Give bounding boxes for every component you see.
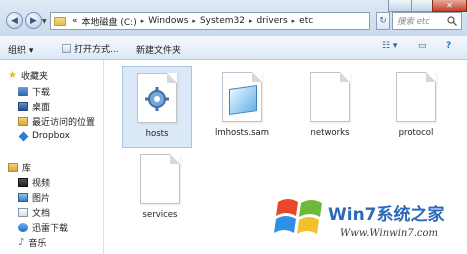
breadcrumb-windows[interactable]: Windows [146, 16, 190, 26]
command-bar: 组织 ▾ 打开方式... 新建文件夹 ☷ ▾ ▭ ? [0, 36, 467, 60]
sidebar-libraries-label: 库 [22, 163, 32, 174]
desktop-icon [18, 101, 28, 111]
file-name: networks [310, 128, 350, 138]
breadcrumb-separator-icon[interactable]: ▸ [190, 17, 198, 25]
breadcrumb-system32[interactable]: System32 [198, 16, 247, 26]
address-bar-row: ◀ ▶ ▼ « 本地磁盘 (C:) ▸ Windows ▸ System32 ▸… [0, 0, 467, 36]
maximize-button[interactable] [411, 0, 433, 12]
close-button[interactable]: ✕ [432, 0, 467, 12]
sidebar-item-label: 桌面 [32, 102, 51, 113]
file-name: services [142, 210, 178, 220]
documents-icon [18, 207, 28, 217]
breadcrumb-overflow[interactable]: « [70, 16, 80, 26]
watermark-brand: Win7系统之家 [328, 205, 445, 225]
sidebar-libraries[interactable]: 库 [8, 160, 112, 174]
folder-icon [54, 16, 66, 26]
breadcrumb-separator-icon[interactable]: ▸ [247, 17, 255, 25]
search-placeholder: 搜索 etc [397, 17, 430, 27]
recent-pages-dropdown-icon[interactable]: ▼ [42, 18, 47, 25]
refresh-icon: ↻ [379, 16, 387, 26]
file-name: protocol [398, 128, 434, 138]
breadcrumb-separator-icon[interactable]: ▸ [290, 17, 298, 25]
close-icon: ✕ [446, 1, 453, 10]
back-button[interactable]: ◀ [6, 12, 23, 29]
search-icon [447, 16, 457, 26]
dropbox-icon [18, 131, 29, 141]
search-box[interactable]: 搜索 etc [392, 12, 462, 30]
settings-file-icon [137, 73, 177, 123]
pictures-icon [18, 192, 28, 202]
help-icon[interactable]: ? [446, 41, 451, 51]
file-item-lmhosts-sam[interactable]: lmhosts.sam [207, 72, 277, 138]
notepad-icon [229, 85, 257, 115]
file-name: lmhosts.sam [214, 128, 270, 138]
breadcrumb-separator-icon[interactable]: ▸ [139, 17, 147, 25]
explorer-window: ◀ ▶ ▼ « 本地磁盘 (C:) ▸ Windows ▸ System32 ▸… [0, 0, 467, 254]
gear-icon [145, 87, 169, 111]
breadcrumb-drive[interactable]: 本地磁盘 (C:) [80, 15, 139, 28]
breadcrumb-etc[interactable]: etc [297, 16, 315, 26]
videos-icon [18, 177, 28, 187]
notepad-file-icon [222, 72, 262, 122]
open-with-button[interactable]: 打开方式... [62, 42, 119, 55]
open-with-icon [62, 44, 71, 53]
back-arrow-icon: ◀ [11, 15, 18, 26]
blank-file-icon [396, 72, 436, 122]
new-folder-button[interactable]: 新建文件夹 [136, 43, 181, 56]
watermark-url: Www.Winwin7.com [340, 228, 438, 239]
sidebar-item-label: 图片 [32, 193, 51, 204]
refresh-button[interactable]: ↻ [376, 12, 390, 30]
sidebar-favorites-label: 收藏夹 [20, 71, 48, 82]
music-icon: ♪ [18, 236, 25, 248]
change-view-button[interactable]: ☷ ▾ [382, 41, 397, 51]
blank-file-icon [140, 154, 180, 204]
file-item-services[interactable]: services [125, 154, 195, 220]
file-item-protocol[interactable]: protocol [381, 72, 451, 138]
sidebar-item-label: 迅雷下载 [32, 223, 69, 234]
sidebar-favorites[interactable]: ★ 收藏夹 [8, 68, 112, 82]
library-icon [8, 162, 18, 172]
sidebar-item-label: Dropbox [32, 131, 70, 141]
address-box[interactable]: « 本地磁盘 (C:) ▸ Windows ▸ System32 ▸ drive… [50, 12, 370, 30]
forward-arrow-icon: ▶ [30, 15, 37, 26]
open-with-label: 打开方式... [74, 45, 119, 55]
minimize-button[interactable] [388, 0, 412, 12]
sidebar-item-label: 最近访问的位置 [32, 117, 96, 128]
recent-places-icon [18, 116, 28, 126]
forward-button[interactable]: ▶ [25, 12, 42, 29]
windows-logo-icon [274, 199, 322, 234]
blank-file-icon [310, 72, 350, 122]
downloads-icon [18, 86, 28, 96]
sidebar-item-label: 视频 [32, 178, 51, 189]
file-name: hosts [145, 129, 169, 139]
sidebar-item-label: 音乐 [28, 238, 47, 249]
organize-menu[interactable]: 组织 ▾ [8, 43, 33, 56]
sidebar-item-label: 文档 [32, 208, 51, 219]
navigation-pane: ★ 收藏夹 下载 桌面 最近访问的位置 Dropbox 库 视频 图片 文档 迅… [0, 60, 104, 254]
breadcrumb-drivers[interactable]: drivers [254, 16, 289, 26]
file-item-hosts[interactable]: hosts [122, 66, 192, 148]
sidebar-item-label: 下载 [32, 87, 51, 98]
preview-pane-button[interactable]: ▭ [418, 41, 427, 51]
xunlei-icon [18, 222, 28, 232]
star-icon: ★ [8, 69, 17, 81]
watermark-logo: Win7系统之家 Www.Winwin7.com [270, 180, 467, 254]
file-item-networks[interactable]: networks [295, 72, 365, 138]
